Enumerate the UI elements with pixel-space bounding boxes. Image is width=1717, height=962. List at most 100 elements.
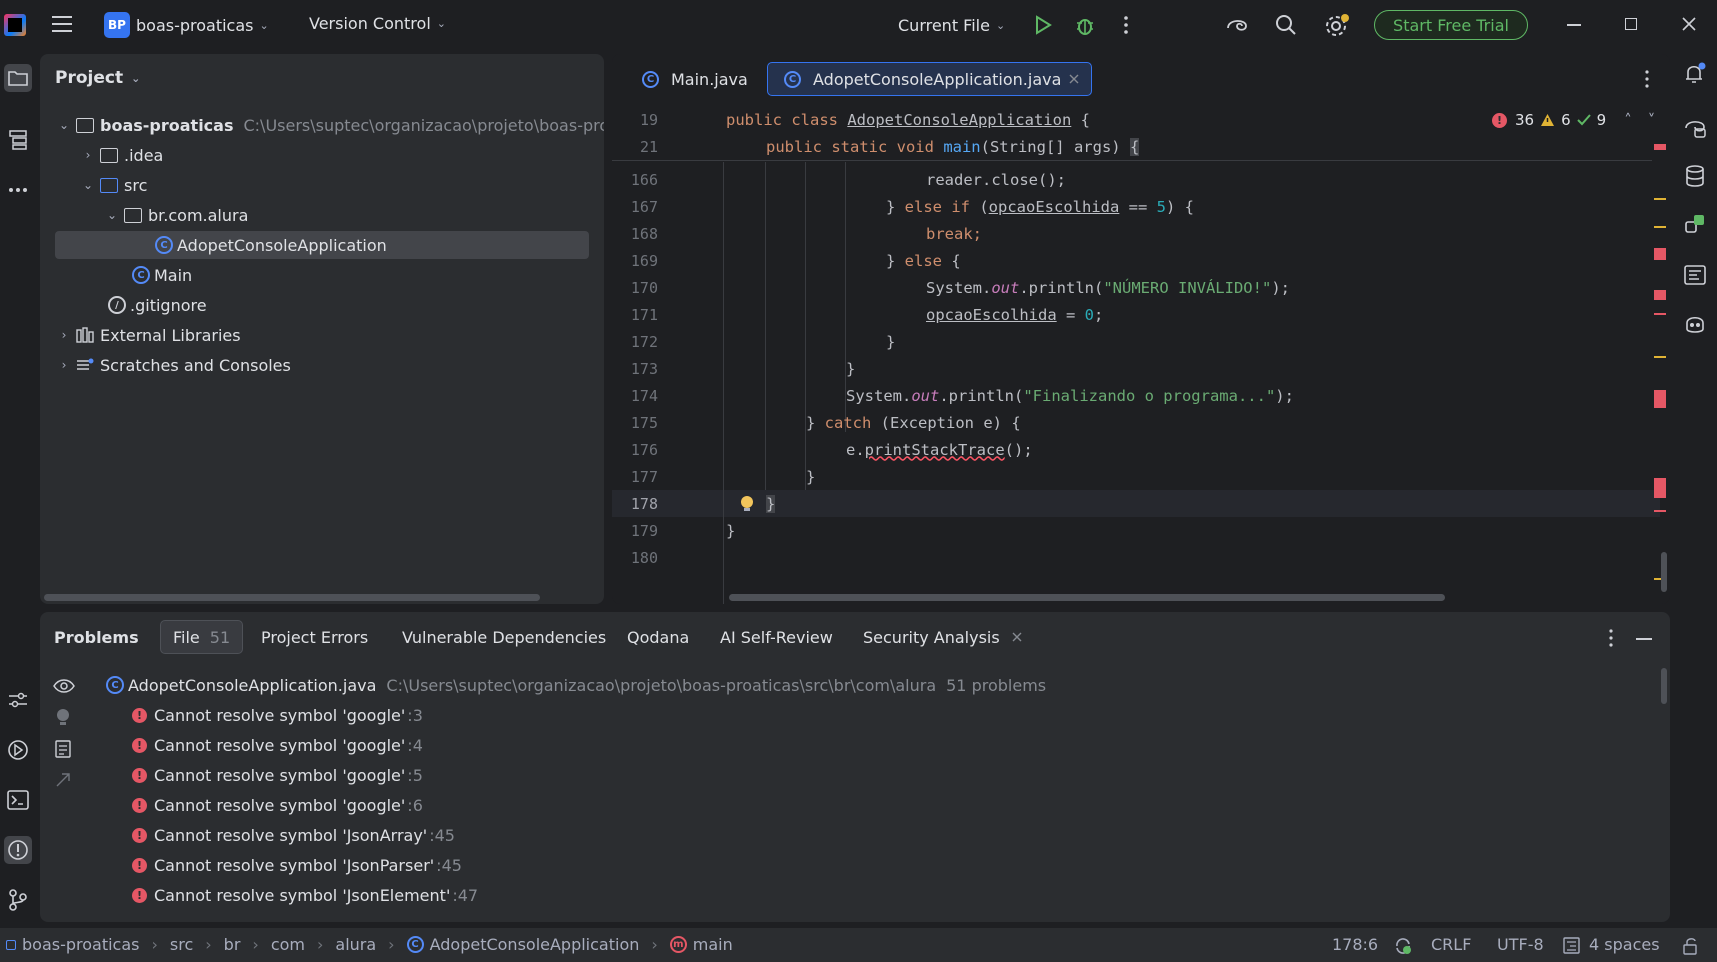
preview-icon[interactable] — [55, 740, 71, 758]
settings-gear-icon[interactable] — [1324, 13, 1350, 39]
maximize-window-icon[interactable] — [1625, 18, 1637, 30]
error-stripe-marker[interactable] — [1654, 510, 1666, 512]
tab-adopet-java[interactable]: C AdopetConsoleApplication.java — [767, 62, 1093, 96]
database-icon[interactable] — [1684, 164, 1706, 188]
prev-problem-icon[interactable]: ˄ — [1624, 111, 1632, 129]
project-horizontal-scrollbar[interactable] — [44, 594, 540, 601]
project-panel-header[interactable]: Project ⌄ — [55, 68, 140, 88]
code-line-current[interactable]: 178 } — [612, 490, 1660, 517]
plugin-icon[interactable] — [1683, 212, 1707, 236]
run-config-selector[interactable]: Current File ⌄ — [898, 16, 1005, 35]
indent-setting[interactable]: 4 spaces — [1589, 935, 1660, 954]
error-stripe-marker[interactable] — [1654, 248, 1666, 260]
code-line[interactable]: 170 System.out.println("NÚMERO INVÁLIDO!… — [612, 274, 1660, 301]
debug-icon[interactable] — [1074, 14, 1096, 36]
tab-file[interactable]: File 51 — [160, 620, 244, 654]
breadcrumb-item[interactable]: boas-proaticas — [22, 935, 140, 954]
problem-item[interactable]: ! Cannot resolve symbol 'google' :5 — [132, 760, 423, 790]
warning-stripe-marker[interactable] — [1654, 198, 1666, 200]
warning-stripe-marker[interactable] — [1654, 356, 1666, 358]
close-window-icon[interactable] — [1682, 17, 1696, 31]
problem-item[interactable]: ! Cannot resolve symbol 'JsonArray' :45 — [132, 820, 455, 850]
code-line[interactable]: 167 } else if (opcaoEscolhida == 5) { — [612, 193, 1660, 220]
warning-stripe-marker[interactable] — [1654, 226, 1666, 228]
run-tool-icon[interactable] — [4, 736, 32, 764]
code-line[interactable]: 177 } — [612, 463, 1660, 490]
tree-item-src[interactable]: ⌄ src — [80, 171, 147, 199]
tab-project-errors[interactable]: Project Errors — [249, 620, 380, 654]
code-line[interactable]: 179 } — [612, 517, 1660, 544]
error-stripe-marker[interactable] — [1654, 144, 1666, 150]
caret-position[interactable]: 178:6 — [1332, 935, 1378, 954]
code-line[interactable]: 175 } catch (Exception e) { — [612, 409, 1660, 436]
tree-item-scratches[interactable]: › Scratches and Consoles — [56, 351, 291, 379]
error-stripe-marker[interactable] — [1654, 478, 1666, 498]
project-tool-folder-icon[interactable] — [4, 64, 32, 92]
reader-mode-icon[interactable] — [1683, 264, 1707, 286]
start-free-trial-button[interactable]: Start Free Trial — [1374, 10, 1528, 40]
git-branch-icon[interactable] — [4, 886, 32, 914]
notifications-bell-icon[interactable] — [1683, 62, 1707, 86]
problems-more-icon[interactable] — [1608, 629, 1614, 647]
problems-tool-icon[interactable] — [4, 836, 32, 864]
tab-qodana[interactable]: Qodana — [615, 620, 701, 654]
problem-item[interactable]: ! Cannot resolve symbol 'JsonElement' :4… — [132, 880, 478, 910]
lock-readonly-icon[interactable] — [1682, 937, 1700, 955]
tree-item-idea[interactable]: › .idea — [80, 141, 164, 169]
more-tools-icon[interactable] — [4, 176, 32, 204]
code-line[interactable]: 171 opcaoEscolhida = 0; — [612, 301, 1660, 328]
vcs-sync-icon[interactable] — [1394, 937, 1412, 955]
error-stripe-marker[interactable] — [1654, 313, 1666, 315]
line-separator[interactable]: CRLF — [1431, 935, 1471, 954]
eye-icon[interactable] — [53, 678, 75, 694]
breadcrumb-item[interactable]: com — [271, 935, 305, 954]
run-icon[interactable] — [1033, 15, 1053, 35]
editor-vertical-scrollbar[interactable] — [1661, 552, 1667, 592]
problems-vertical-scrollbar[interactable] — [1661, 668, 1667, 704]
inspection-widget[interactable]: ! 36 6 9 ˄ ˅ — [1492, 111, 1655, 129]
main-menu-icon[interactable] — [52, 16, 72, 32]
problem-item[interactable]: ! Cannot resolve symbol 'JsonParser' :45 — [132, 850, 462, 880]
editor-tabs-more-icon[interactable] — [1644, 70, 1650, 88]
ai-chat-icon[interactable] — [1683, 116, 1707, 140]
breadcrumb-item[interactable]: AdopetConsoleApplication — [430, 935, 640, 954]
problem-item[interactable]: ! Cannot resolve symbol 'google' :4 — [132, 730, 423, 760]
editor-horizontal-scrollbar[interactable] — [729, 594, 1445, 601]
tree-item-package[interactable]: ⌄ br.com.alura — [104, 201, 248, 229]
code-line[interactable]: 168 break; — [612, 220, 1660, 247]
breadcrumb-item[interactable]: br — [224, 935, 241, 954]
lightbulb-icon[interactable] — [740, 495, 754, 513]
copilot-icon[interactable] — [1683, 312, 1707, 336]
lightbulb-icon[interactable] — [56, 708, 70, 728]
terminal-icon[interactable] — [4, 786, 32, 814]
close-tab-icon[interactable] — [1069, 74, 1079, 84]
tree-item-external-libraries[interactable]: › External Libraries — [56, 321, 241, 349]
problem-item[interactable]: ! Cannot resolve symbol 'google' :3 — [132, 700, 423, 730]
problem-item[interactable]: ! Cannot resolve symbol 'google' :6 — [132, 790, 423, 820]
code-line[interactable]: 173 } — [612, 355, 1660, 382]
minimize-window-icon[interactable] — [1567, 24, 1581, 26]
code-line[interactable]: 180 — [612, 544, 1660, 571]
close-tab-icon[interactable] — [1012, 632, 1022, 642]
tab-security-analysis[interactable]: Security Analysis — [851, 620, 1034, 654]
breadcrumb-item[interactable]: alura — [335, 935, 376, 954]
error-stripe-marker[interactable] — [1654, 390, 1666, 408]
services-icon[interactable] — [4, 686, 32, 714]
problems-file-header[interactable]: C AdopetConsoleApplication.java C:\Users… — [106, 670, 1046, 700]
error-stripe-marker[interactable] — [1654, 290, 1666, 300]
open-in-editor-icon[interactable] — [55, 772, 71, 788]
next-problem-icon[interactable]: ˅ — [1648, 111, 1656, 129]
project-switcher[interactable]: BP boas-proaticas ⌄ — [104, 12, 269, 38]
code-line[interactable]: 169 } else { — [612, 247, 1660, 274]
search-icon[interactable] — [1275, 14, 1297, 36]
vcs-menu[interactable]: Version Control ⌄ — [309, 14, 446, 33]
code-line[interactable]: 174 System.out.println("Finalizando o pr… — [612, 382, 1660, 409]
tree-item-main[interactable]: C Main — [128, 261, 192, 289]
tab-ai-self-review[interactable]: AI Self-Review — [708, 620, 845, 654]
sticky-line[interactable]: 21 public static void main(String[] args… — [612, 133, 1660, 160]
tab-vulnerable-dependencies[interactable]: Vulnerable Dependencies — [390, 620, 618, 654]
tree-item-adopet[interactable]: C AdopetConsoleApplication — [55, 231, 589, 259]
ai-assistant-icon[interactable] — [1225, 14, 1249, 36]
breadcrumb-item[interactable]: main — [693, 935, 733, 954]
breadcrumb-item[interactable]: src — [170, 935, 193, 954]
